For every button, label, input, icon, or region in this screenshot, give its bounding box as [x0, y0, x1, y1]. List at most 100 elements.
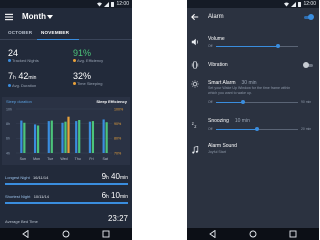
status-time: 12:00	[303, 1, 316, 7]
chart-plot: 10h 8h 6h 4h 100% 90% 80% 70% Sun Mon Tue Wed Thu Fri…	[6, 107, 124, 161]
snooze-icon: zz	[192, 121, 197, 129]
avg-efficiency-label: Avg. Efficiency	[77, 58, 104, 63]
bar-sleep-efficiency	[64, 121, 67, 153]
svg-text:z: z	[194, 124, 196, 129]
nav-home-icon[interactable]	[62, 230, 70, 238]
y-tick-left: 10h	[6, 107, 12, 111]
nav-back-icon[interactable]	[22, 230, 30, 238]
battery-icon	[111, 1, 115, 7]
avg-efficiency-value: 91%	[73, 48, 92, 58]
status-bar: 12:00	[187, 0, 319, 8]
app-bar: Alarm	[187, 8, 319, 26]
volume-slider[interactable]	[216, 44, 298, 48]
longest-night-value: 9h 40min	[101, 172, 128, 181]
x-tick-label: Sun	[20, 157, 26, 161]
bar-sleep-duration	[61, 122, 64, 153]
avg-bed-time-value: 23:27	[107, 214, 128, 223]
wifi-icon	[284, 2, 290, 6]
nav-back-icon[interactable]	[209, 230, 217, 238]
nav-recent-icon[interactable]	[102, 230, 110, 238]
statistics-screen: 12:00 Month OCTOBER NOVEMBER 24 Tracked …	[0, 0, 132, 240]
nav-bar	[0, 228, 132, 240]
tab-october[interactable]: OCTOBER	[8, 30, 32, 36]
time-sleeping-value: 32%	[73, 71, 92, 81]
time-sleeping-label: Time Sleeping	[77, 81, 103, 86]
avg-duration-m-unit: min	[28, 75, 37, 81]
snoozing-title: Snoozing 10 min	[208, 118, 250, 124]
page-title: Alarm	[208, 14, 224, 20]
bar-extra	[67, 116, 70, 153]
x-tick-label: Thu	[75, 157, 81, 161]
snoozing-value: 10 min	[234, 118, 250, 124]
smart-alarm-max-label: 90 min	[301, 100, 312, 104]
snoozing-min-label: Off	[208, 127, 213, 131]
avg-duration-minutes: 42	[18, 71, 29, 81]
avg-duration-label: Avg. Duration	[12, 83, 37, 88]
alarm-screen: 12:00 Alarm Volume Off Vibration Smart A…	[187, 0, 319, 240]
volume-icon	[191, 38, 198, 46]
bar-sleep-efficiency	[36, 125, 40, 153]
blue-dot-icon	[8, 59, 11, 63]
shortest-night-value: 6h 10min	[101, 191, 128, 200]
bar-sleep-efficiency	[50, 120, 53, 153]
orange-dot-icon	[73, 59, 76, 63]
y-tick-left: 4h	[6, 151, 10, 155]
shortest-night-label: Shortest Night 10/11/14	[5, 194, 49, 199]
vibration-title: Vibration	[208, 62, 228, 68]
bar-sleep-efficiency	[23, 122, 26, 153]
x-tick-label: Tue	[47, 157, 53, 161]
longest-night-row: Longest Night 16/11/14 9h 40min	[0, 170, 132, 185]
longest-night-label: Longest Night 16/11/14	[5, 175, 49, 180]
tracked-nights-value: 24	[8, 48, 19, 58]
bar-sleep-duration	[20, 120, 23, 153]
status-bar: 12:00	[0, 0, 132, 8]
music-note-icon	[192, 146, 199, 154]
alarm-sound-value: Joyful Start	[208, 150, 226, 154]
y-tick-right: 100%	[114, 107, 124, 111]
status-time: 12:00	[116, 1, 129, 7]
avg-duration-h-unit: h	[13, 75, 16, 81]
avg-efficiency-stat: 91% Avg. Efficiency	[73, 48, 103, 63]
period-selector[interactable]: Month	[22, 12, 46, 22]
back-arrow-icon[interactable]	[191, 13, 199, 21]
longest-night-bar	[5, 183, 128, 185]
menu-icon[interactable]	[5, 13, 13, 21]
tab-november[interactable]: NOVEMBER	[41, 30, 69, 36]
bar-sleep-duration	[102, 119, 105, 153]
orange-dot-icon	[73, 82, 76, 86]
smart-alarm-slider[interactable]	[216, 100, 298, 104]
volume-title: Volume	[208, 36, 225, 42]
app-bar: Month	[0, 8, 132, 26]
smart-alarm-min-label: Off	[208, 100, 213, 104]
bar-sleep-duration	[47, 121, 50, 153]
alarm-toggle[interactable]	[303, 14, 314, 20]
snoozing-slider[interactable]	[216, 127, 298, 131]
vibration-icon	[191, 61, 199, 69]
bar-sleep-efficiency	[105, 122, 108, 153]
x-tick-label: Mon	[33, 157, 40, 161]
dropdown-arrow-icon[interactable]	[47, 15, 53, 19]
bar-sleep-efficiency	[91, 121, 95, 153]
alarm-sound-title[interactable]: Alarm Sound	[208, 143, 237, 149]
nav-home-icon[interactable]	[249, 230, 257, 238]
time-sleeping-stat: 32% Time Sleeping	[73, 71, 102, 86]
tracked-nights-stat: 24 Tracked Nights	[8, 48, 39, 63]
vibration-toggle[interactable]	[303, 62, 314, 68]
bar-sleep-duration	[75, 121, 78, 153]
bar-sleep-efficiency	[78, 120, 81, 153]
snoozing-max-label: 20 min	[301, 127, 312, 131]
x-tick-label: Fri	[89, 157, 93, 161]
nav-bar	[187, 228, 319, 240]
volume-min-label: Off	[208, 44, 213, 48]
cell-signal-icon	[104, 1, 110, 7]
y-tick-left: 6h	[6, 137, 10, 141]
battery-icon	[298, 1, 302, 7]
shortest-night-row: Shortest Night 10/11/14 6h 10min	[0, 189, 132, 204]
bar-sleep-duration	[33, 124, 37, 153]
tab-indicator	[37, 38, 79, 40]
bar-sleep-duration	[88, 121, 92, 153]
y-tick-right: 90%	[114, 122, 122, 126]
nav-recent-icon[interactable]	[289, 230, 297, 238]
x-tick-label: Sat	[102, 157, 107, 161]
avg-duration-stat: 7h 42min Avg. Duration	[8, 71, 36, 88]
